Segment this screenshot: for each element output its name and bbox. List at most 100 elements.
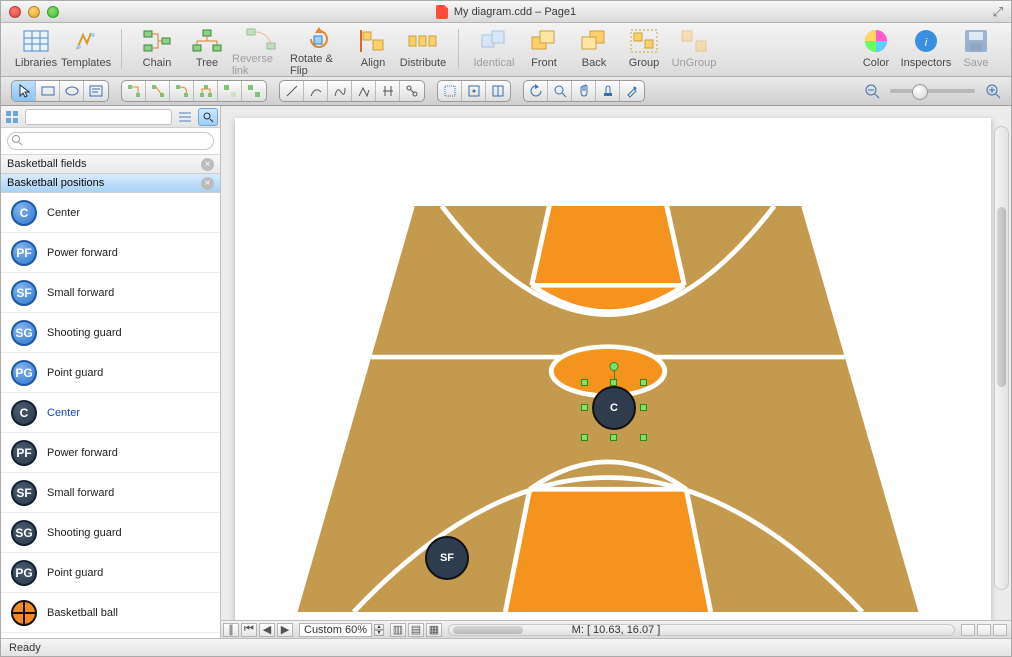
library-item[interactable]: SFSmall forward (1, 473, 220, 513)
search-icon (11, 134, 23, 146)
view-3-icon[interactable]: ▦ (426, 623, 442, 637)
line-6[interactable] (400, 81, 424, 101)
line-3[interactable] (328, 81, 352, 101)
category-fields[interactable]: Basketball fields× (1, 155, 220, 174)
conn-1[interactable] (122, 81, 146, 101)
footer-right-buttons (961, 624, 1011, 636)
library-item[interactable]: PGPoint guard (1, 353, 220, 393)
library-item-label: Small forward (47, 487, 114, 499)
conn-3[interactable] (170, 81, 194, 101)
zoom-readout[interactable]: Custom 60% (299, 623, 372, 637)
piece-small-forward[interactable]: SF (425, 536, 469, 580)
page[interactable]: SF C (235, 118, 991, 620)
line-4[interactable] (352, 81, 376, 101)
status-text: Ready (9, 642, 41, 654)
view-2-icon[interactable]: ▤ (408, 623, 424, 637)
library-item[interactable]: SGShooting guard (1, 513, 220, 553)
eyedropper-icon[interactable] (620, 81, 644, 101)
footer-btn-1[interactable] (961, 624, 975, 636)
category-positions[interactable]: Basketball positions× (1, 174, 220, 193)
view-1-icon[interactable]: ▥ (390, 623, 406, 637)
footer-btn-2[interactable] (977, 624, 991, 636)
zoom-stepper[interactable]: ▴▾ (374, 624, 384, 636)
line-5[interactable] (376, 81, 400, 101)
horizontal-scrollbar[interactable] (448, 624, 955, 636)
library-item-label: Power forward (47, 447, 118, 459)
library-item[interactable]: PFPower forward (1, 233, 220, 273)
library-item-label: Point guard (47, 567, 103, 579)
library-item[interactable]: SF Small forward (1, 273, 220, 313)
templates-button[interactable]: Templates (61, 27, 111, 73)
ellipse-tool[interactable] (60, 81, 84, 101)
magnify-icon[interactable] (548, 81, 572, 101)
library-tab-icon[interactable] (3, 108, 21, 126)
library-item[interactable]: CCenter (1, 393, 220, 433)
page-next-icon[interactable]: ▶ (277, 623, 293, 637)
inspectors-button[interactable]: iInspectors (901, 27, 951, 73)
list-view-icon[interactable] (176, 108, 194, 126)
footer-btn-3[interactable] (993, 624, 1007, 636)
conn-2[interactable] (146, 81, 170, 101)
line-1[interactable] (280, 81, 304, 101)
identical-button[interactable]: Identical (469, 27, 519, 73)
sidebar-search-input[interactable] (25, 109, 172, 125)
save-button[interactable]: Save (951, 27, 1001, 73)
library-item[interactable]: PGPoint guard (1, 553, 220, 593)
zoom-in-icon[interactable] (985, 83, 1001, 99)
group-button[interactable]: Group (619, 27, 669, 73)
refresh-icon[interactable] (524, 81, 548, 101)
ungroup-button[interactable]: UnGroup (669, 27, 719, 73)
reverse-link-button[interactable]: Reverse link (232, 27, 290, 73)
library-item-label: Shooting guard (47, 527, 122, 539)
basketball-icon (11, 600, 37, 626)
stamp-icon[interactable] (596, 81, 620, 101)
snap-2[interactable] (462, 81, 486, 101)
position-badge-icon: PG (11, 360, 37, 386)
minimize-icon[interactable] (28, 6, 40, 18)
position-badge-icon: C (11, 400, 37, 426)
close-category-icon[interactable]: × (201, 158, 214, 171)
distribute-button[interactable]: Distribute (398, 27, 448, 73)
library-item[interactable]: Basketball ball (1, 593, 220, 633)
position-badge-icon: SF (11, 280, 37, 306)
zoom-out-icon[interactable] (864, 83, 880, 99)
color-button[interactable]: Color (851, 27, 901, 73)
selection-handles[interactable] (584, 382, 644, 438)
library-item[interactable]: CCenter (1, 193, 220, 233)
page-pause-icon[interactable]: ∥ (223, 623, 239, 637)
tree-button[interactable]: Tree (182, 27, 232, 73)
chain-button[interactable]: Chain (132, 27, 182, 73)
rect-tool[interactable] (36, 81, 60, 101)
snap-1[interactable] (438, 81, 462, 101)
filter-input[interactable] (7, 132, 214, 150)
vertical-scrollbar[interactable] (994, 126, 1009, 590)
conn-5[interactable] (218, 81, 242, 101)
zoom-slider[interactable] (890, 89, 975, 93)
page-first-icon[interactable]: ⏮ (241, 623, 257, 637)
back-button[interactable]: Back (569, 27, 619, 73)
canvas-area: SF C ∥ ⏮ (221, 106, 1011, 638)
library-item[interactable]: SGShooting guard (1, 313, 220, 353)
close-icon[interactable] (9, 6, 21, 18)
conn-6[interactable] (242, 81, 266, 101)
text-tool[interactable] (84, 81, 108, 101)
rotate-handle-icon[interactable] (610, 362, 619, 371)
pointer-tool[interactable] (12, 81, 36, 101)
view-tools (523, 80, 645, 102)
line-2[interactable] (304, 81, 328, 101)
zoom-icon[interactable] (47, 6, 59, 18)
conn-4[interactable] (194, 81, 218, 101)
library-item[interactable]: PFPower forward (1, 433, 220, 473)
page-prev-icon[interactable]: ◀ (259, 623, 275, 637)
close-category-icon[interactable]: × (201, 177, 214, 190)
library-item-label: Center (47, 207, 80, 219)
rotate-flip-button[interactable]: Rotate & Flip (290, 27, 348, 73)
snap-3[interactable] (486, 81, 510, 101)
search-button[interactable] (198, 108, 218, 126)
libraries-button[interactable]: Libraries (11, 27, 61, 73)
align-button[interactable]: Align (348, 27, 398, 73)
fullscreen-icon[interactable]: ⤢ (993, 4, 1003, 20)
front-button[interactable]: Front (519, 27, 569, 73)
hand-icon[interactable] (572, 81, 596, 101)
library-item-label: Small forward (47, 287, 114, 299)
